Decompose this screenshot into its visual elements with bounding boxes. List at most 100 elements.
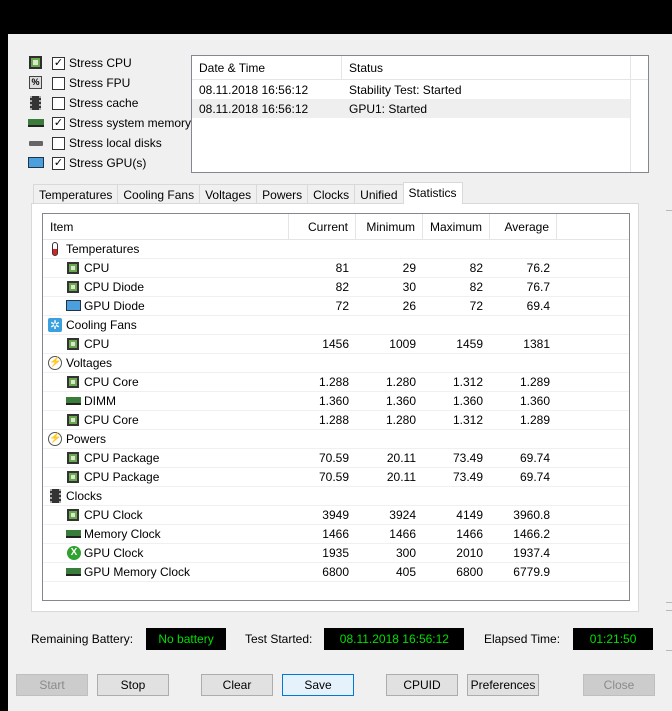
- test-started-status: Test Started: 08.11.2018 16:56:12: [245, 627, 465, 651]
- table-row[interactable]: CPU Core 1.288 1.280 1.312 1.289: [43, 411, 629, 430]
- stop-button[interactable]: Stop: [97, 674, 169, 696]
- table-row[interactable]: CPU 1456 1009 1459 1381: [43, 335, 629, 354]
- value-min: 1009: [389, 337, 416, 351]
- value-max: 2010: [456, 546, 483, 560]
- value-cur: 1456: [322, 337, 349, 351]
- value-cur: 1466: [322, 527, 349, 541]
- stress-option[interactable]: % Stress FPU: [28, 73, 191, 93]
- cpu-chip-icon: [66, 337, 81, 351]
- stress-option[interactable]: ✓ Stress CPU: [28, 53, 191, 73]
- tab-unified[interactable]: Unified: [354, 184, 404, 204]
- stress-option[interactable]: Stress local disks: [28, 133, 191, 153]
- voltage-icon: ⚡: [48, 432, 62, 446]
- item-cell: Memory Clock: [43, 527, 289, 541]
- table-row[interactable]: CPU Package 70.59 20.11 73.49 69.74: [43, 468, 629, 487]
- col-maximum[interactable]: Maximum: [423, 214, 490, 240]
- col-current[interactable]: Current: [289, 214, 356, 240]
- value-min: 1.280: [385, 375, 416, 389]
- value-max: 72: [469, 299, 483, 313]
- memory-icon: [66, 565, 81, 579]
- log-status: Stability Test: Started: [349, 82, 462, 97]
- test-started-label: Test Started:: [245, 632, 313, 646]
- log-col-status[interactable]: Status: [342, 56, 630, 79]
- stress-checkbox[interactable]: [52, 96, 65, 110]
- value-max: 1.312: [452, 413, 483, 427]
- value-min: 26: [402, 299, 416, 313]
- close-button[interactable]: Close: [583, 674, 655, 696]
- table-row[interactable]: GPU Diode 72 26 72 69.4: [43, 297, 629, 316]
- cpu-chip-icon: [66, 470, 81, 484]
- category-row[interactable]: Temperatures: [43, 240, 629, 259]
- stress-checkbox[interactable]: [52, 76, 65, 90]
- item-cell: CPU Package: [43, 470, 289, 484]
- stress-checkbox[interactable]: [52, 136, 65, 150]
- col-minimum[interactable]: Minimum: [356, 214, 423, 240]
- elapsed-time-label: Elapsed Time:: [484, 632, 561, 646]
- table-row[interactable]: Memory Clock 1466 1466 1466 1466.2: [43, 525, 629, 544]
- event-log: Date & Time Status 08.11.2018 16:56:12 S…: [191, 55, 649, 173]
- stress-label: Stress CPU: [69, 56, 132, 70]
- tab-temperatures[interactable]: Temperatures: [33, 184, 119, 204]
- tab-statistics[interactable]: Statistics: [402, 182, 463, 204]
- table-row[interactable]: CPU Core 1.288 1.280 1.312 1.289: [43, 373, 629, 392]
- col-average[interactable]: Average: [490, 214, 557, 240]
- voltage-icon: ⚡: [48, 356, 62, 370]
- table-row[interactable]: CPU Diode 82 30 82 76.7: [43, 278, 629, 297]
- preferences-button[interactable]: Preferences: [467, 674, 539, 696]
- cpu-chip-icon: [66, 413, 81, 427]
- value-cur: 81: [335, 261, 349, 275]
- log-row[interactable]: 08.11.2018 16:56:12 Stability Test: Star…: [192, 80, 648, 99]
- stress-label: Stress cache: [69, 96, 139, 110]
- item-cell: CPU Package: [43, 451, 289, 465]
- tab-cooling-fans[interactable]: Cooling Fans: [117, 184, 201, 204]
- value-cur: 1.288: [318, 413, 349, 427]
- stress-option[interactable]: Stress cache: [28, 93, 191, 113]
- cpu-chip-icon: [66, 508, 81, 522]
- cpuid-button[interactable]: CPUID: [386, 674, 458, 696]
- category-row[interactable]: ⚡ Voltages: [43, 354, 629, 373]
- value-max: 6800: [456, 565, 483, 579]
- value-avg: 1937.4: [513, 546, 550, 560]
- tab-clocks[interactable]: Clocks: [307, 184, 356, 204]
- stress-option[interactable]: ✓ Stress GPU(s): [28, 153, 191, 173]
- stress-checkbox[interactable]: ✓: [52, 116, 65, 130]
- category-row[interactable]: ✲ Cooling Fans: [43, 316, 629, 335]
- log-status: GPU1: Started: [349, 101, 428, 116]
- item-cell: X GPU Clock: [43, 546, 289, 560]
- item-name: CPU: [84, 261, 110, 275]
- stress-option[interactable]: ✓ Stress system memory: [28, 113, 191, 133]
- category-row[interactable]: Clocks: [43, 487, 629, 506]
- table-row[interactable]: X GPU Clock 1935 300 2010 1937.4: [43, 544, 629, 563]
- log-row[interactable]: 08.11.2018 16:56:12 GPU1: Started: [192, 99, 630, 118]
- value-cur: 82: [335, 280, 349, 294]
- fpu-icon: %: [28, 76, 44, 90]
- value-max: 82: [469, 261, 483, 275]
- col-item[interactable]: Item: [43, 214, 289, 240]
- start-button[interactable]: Start: [16, 674, 88, 696]
- value-max: 73.49: [452, 470, 483, 484]
- table-row[interactable]: GPU Memory Clock 6800 405 6800 6779.9: [43, 563, 629, 582]
- cpu-chip-icon: [28, 56, 44, 70]
- cpu-chip-icon: [66, 261, 81, 275]
- item-name: CPU Core: [84, 413, 139, 427]
- category-row[interactable]: ⚡ Powers: [43, 430, 629, 449]
- table-row[interactable]: CPU Clock 3949 3924 4149 3960.8: [43, 506, 629, 525]
- value-cur: 70.59: [318, 470, 349, 484]
- value-max: 73.49: [452, 451, 483, 465]
- item-cell: CPU: [43, 261, 289, 275]
- stress-checkbox[interactable]: ✓: [52, 156, 65, 170]
- stress-checkbox[interactable]: ✓: [52, 56, 65, 70]
- log-col-datetime[interactable]: Date & Time: [192, 56, 342, 79]
- item-name: GPU Diode: [84, 299, 145, 313]
- value-avg: 3960.8: [513, 508, 550, 522]
- tab-powers[interactable]: Powers: [256, 184, 309, 204]
- table-row[interactable]: CPU Package 70.59 20.11 73.49 69.74: [43, 449, 629, 468]
- memory-icon: [28, 116, 44, 130]
- clear-button[interactable]: Clear: [201, 674, 273, 696]
- save-button[interactable]: Save: [282, 674, 354, 696]
- table-row[interactable]: CPU 81 29 82 76.2: [43, 259, 629, 278]
- table-row[interactable]: DIMM 1.360 1.360 1.360 1.360: [43, 392, 629, 411]
- tab-voltages[interactable]: Voltages: [199, 184, 258, 204]
- value-max: 82: [469, 280, 483, 294]
- tab-strip: Temperatures Cooling Fans Voltages Powers Cl…: [33, 182, 463, 204]
